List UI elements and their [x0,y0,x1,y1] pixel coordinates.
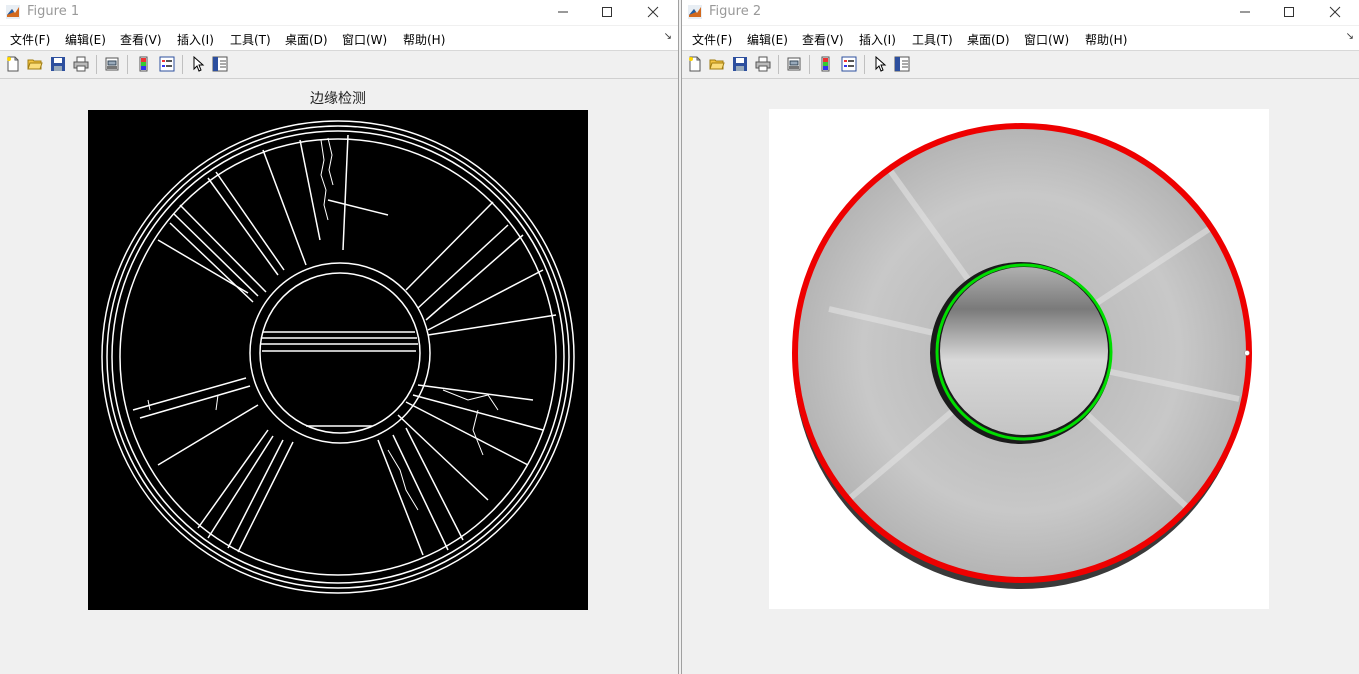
save-icon[interactable] [732,56,748,72]
colorbar-icon[interactable] [818,56,834,72]
menu-view[interactable]: 查看(V) [802,31,844,48]
menu-insert[interactable]: 插入(I) [177,31,214,48]
menu-view[interactable]: 查看(V) [120,31,162,48]
minimize-icon [558,11,568,13]
menu-edit[interactable]: 编辑(E) [65,31,106,48]
print-icon[interactable] [755,56,771,72]
figure2-window: Figure 2 文件(F) 编辑(E) 查看(V) 插入(I) 工具(T) 桌… [681,0,1359,674]
circle-detection-image [769,109,1269,609]
menu-desktop[interactable]: 桌面(D) [967,31,1010,48]
menu-overflow-icon[interactable]: ↘ [664,31,672,42]
matlab-icon [688,5,702,19]
figure1-menubar: 文件(F) 编辑(E) 查看(V) 插入(I) 工具(T) 桌面(D) 窗口(W… [0,26,678,51]
legend-icon[interactable] [159,56,175,72]
toolbar-separator [96,55,97,74]
circle-center-marker [1244,350,1250,356]
open-icon[interactable] [27,56,43,72]
property-editor-icon[interactable] [212,56,228,72]
new-figure-icon[interactable] [5,56,21,72]
close-button[interactable] [1312,0,1358,25]
menu-edit[interactable]: 编辑(E) [747,31,788,48]
toolbar-separator [864,55,865,74]
figure1-window: Figure 1 文件(F) 编辑(E) 查看(V) 插入(I) 工具(T) 桌… [0,0,679,674]
figure1-toolbar [0,51,678,79]
pointer-icon[interactable] [872,56,888,72]
menu-desktop[interactable]: 桌面(D) [285,31,328,48]
maximize-button[interactable] [584,0,630,25]
print-preview-icon[interactable] [104,56,120,72]
toolbar-separator [809,55,810,74]
print-preview-icon[interactable] [786,56,802,72]
maximize-icon [1284,7,1294,17]
new-figure-icon[interactable] [687,56,703,72]
print-icon[interactable] [73,56,89,72]
minimize-icon [1240,11,1250,13]
axes-title: 边缘检测 [310,91,366,107]
maximize-icon [602,7,612,17]
toolbar-separator [182,55,183,74]
property-editor-icon[interactable] [894,56,910,72]
menu-window[interactable]: 窗口(W) [1024,31,1069,48]
window-title: Figure 2 [709,4,762,19]
close-icon [647,6,659,18]
toolbar-separator [127,55,128,74]
toolbar-separator [778,55,779,74]
menu-window[interactable]: 窗口(W) [342,31,387,48]
menu-insert[interactable]: 插入(I) [859,31,896,48]
colorbar-icon[interactable] [136,56,152,72]
hub [940,267,1108,435]
figure2-menubar: 文件(F) 编辑(E) 查看(V) 插入(I) 工具(T) 桌面(D) 窗口(W… [682,26,1359,51]
menu-file[interactable]: 文件(F) [10,31,50,48]
pointer-icon[interactable] [190,56,206,72]
matlab-icon [6,5,20,19]
menu-overflow-icon[interactable]: ↘ [1346,31,1354,42]
menu-file[interactable]: 文件(F) [692,31,732,48]
open-icon[interactable] [709,56,725,72]
close-button[interactable] [630,0,676,25]
minimize-button[interactable] [540,0,586,25]
legend-icon[interactable] [841,56,857,72]
close-icon [1329,6,1341,18]
edge-detection-image [88,110,588,610]
menu-tools[interactable]: 工具(T) [230,31,271,48]
menu-tools[interactable]: 工具(T) [912,31,953,48]
menu-help[interactable]: 帮助(H) [1085,31,1127,48]
figure2-titlebar[interactable]: Figure 2 [682,0,1359,25]
window-title: Figure 1 [27,4,80,19]
figure1-titlebar[interactable]: Figure 1 [0,0,678,25]
save-icon[interactable] [50,56,66,72]
maximize-button[interactable] [1266,0,1312,25]
menu-help[interactable]: 帮助(H) [403,31,445,48]
minimize-button[interactable] [1222,0,1268,25]
figure2-toolbar [682,51,1359,79]
